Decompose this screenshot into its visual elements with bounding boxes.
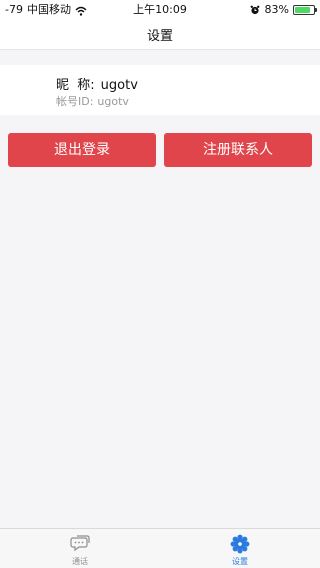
register-contact-button[interactable]: 注册联系人	[164, 133, 312, 167]
tab-settings[interactable]: 设置	[200, 529, 280, 568]
battery-level-fill	[295, 7, 310, 13]
chat-bubble-icon	[70, 535, 90, 552]
battery-icon	[293, 5, 317, 15]
account-id-row: 帐号ID: ugotv	[56, 93, 129, 109]
nickname-value: ugotv	[100, 78, 138, 93]
page-title: 设置	[146, 29, 173, 44]
gear-icon	[230, 534, 250, 554]
tab-calls[interactable]: 通话	[40, 529, 120, 568]
tab-calls-label: 通话	[72, 557, 88, 566]
battery-percent: 83%	[264, 3, 289, 16]
logout-button[interactable]: 退出登录	[8, 133, 156, 167]
alarm-clock-icon	[250, 5, 259, 15]
tab-bar: 通话 设置	[0, 528, 320, 568]
battery-tip	[315, 8, 317, 12]
nickname-label: 昵 称:	[56, 78, 95, 93]
status-bar: -79 中国移动 上午10:09 83%	[0, 0, 320, 20]
navigation-bar: 设置	[0, 20, 320, 50]
profile-card: 昵 称: ugotv 帐号ID: ugotv	[0, 65, 320, 115]
app-screen: -79 中国移动 上午10:09 83% 设置 昵 称: ugotv 帐号ID:…	[0, 0, 320, 568]
account-id-label: 帐号ID:	[56, 95, 94, 108]
tab-settings-label: 设置	[232, 557, 248, 566]
nickname-row: 昵 称: ugotv	[56, 74, 138, 93]
account-id-value: ugotv	[97, 95, 129, 108]
status-right: 83%	[250, 0, 317, 20]
